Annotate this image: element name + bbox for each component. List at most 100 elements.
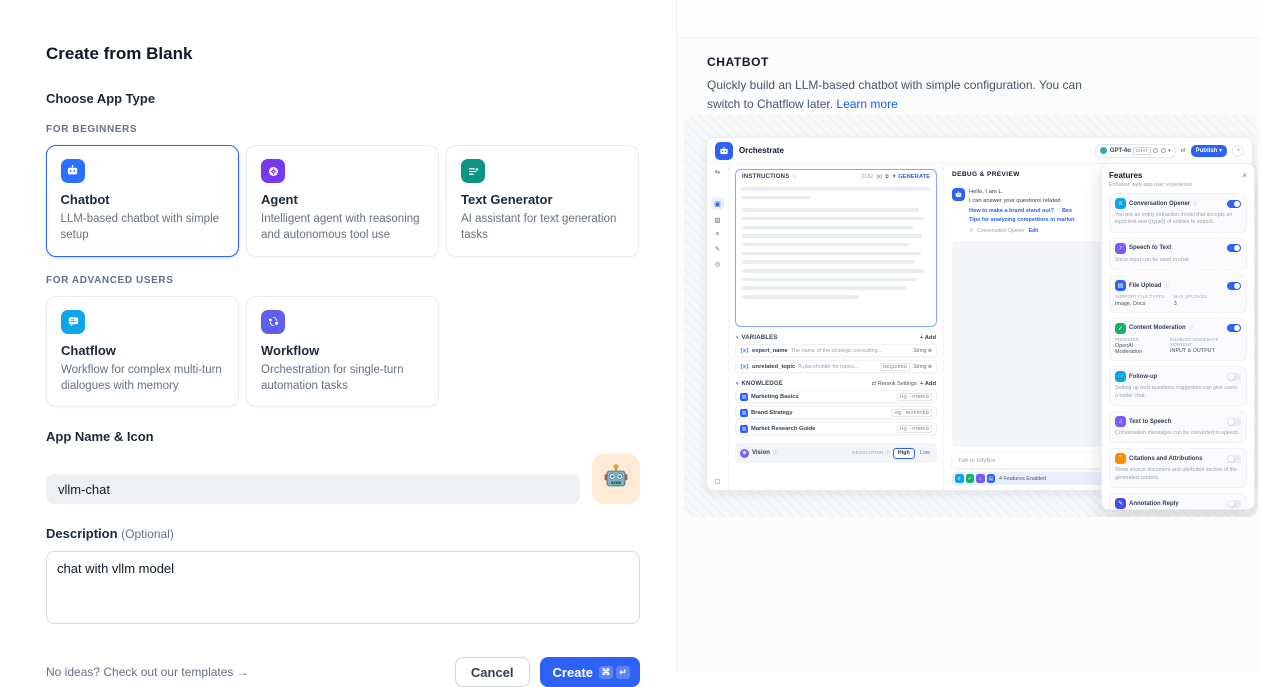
feature-name: Follow-up [1129, 374, 1157, 380]
mock-features-panel: Features × Enhance web-app user experien… [1101, 163, 1255, 510]
info-icon: ⓘ [1193, 201, 1198, 207]
model-provider-icon [1100, 147, 1107, 154]
learn-more-link[interactable]: Learn more [836, 97, 897, 111]
variables-label: VARIABLES [742, 335, 778, 341]
templates-link[interactable]: No ideas? Check out our templates → [46, 665, 249, 679]
content-moderation-icon: ✓ [1115, 323, 1126, 334]
feature-card-conversation-opener: ≡ Conversation Opener ⓘ You are an entit… [1109, 193, 1247, 233]
create-button-label: Create [553, 665, 593, 680]
card-title: Workflow [261, 343, 424, 358]
feature-name: Annotation Reply [1129, 501, 1179, 507]
model-extra-icon [1153, 148, 1158, 153]
feature-toggle [1227, 200, 1241, 208]
history-icon: ◔ [1232, 145, 1244, 157]
field-label: MAX UPLOADS [1174, 294, 1207, 299]
feature-toggle [1227, 324, 1241, 332]
resolution-low-option: Low [918, 449, 932, 458]
card-description: Intelligent agent with reasoning and aut… [261, 211, 424, 244]
panel-toggle-icon: ▢ [714, 477, 720, 485]
opener-caption: Conversation Opener [977, 228, 1025, 234]
suggestion-link: Bes [1062, 208, 1072, 214]
app-type-card-agent[interactable]: Agent Intelligent agent with reasoning a… [246, 145, 439, 257]
knowledge-label: KNOWLEDGE [742, 381, 783, 387]
model-mode-badge: CHAT [1133, 147, 1150, 155]
feature-toggle [1227, 418, 1241, 426]
card-description: Orchestration for single-turn automation… [261, 362, 424, 395]
features-panel-title: Features [1109, 171, 1142, 180]
cancel-button[interactable]: Cancel [455, 657, 530, 687]
app-type-card-workflow[interactable]: Workflow Orchestration for single-turn a… [246, 296, 439, 408]
feature-toggle [1227, 282, 1241, 290]
orchestrate-tab-icon: ▣ [711, 197, 724, 210]
placeholder-text-lines [742, 187, 930, 299]
speech-to-text-icon: ♪ [1115, 243, 1126, 254]
create-app-modal: Create from Blank Choose App Type FOR BE… [0, 0, 676, 672]
feature-name: Conversation Opener [1129, 201, 1190, 207]
description-label-text: Description [46, 526, 118, 541]
index-mode-badge: HQ · INVERTED [891, 409, 932, 417]
templates-link-text: No ideas? Check out our templates [46, 665, 233, 679]
variable-name: expert_name [752, 348, 788, 354]
description-label: Description (Optional) [46, 526, 640, 541]
app-icon-picker-button[interactable] [592, 454, 640, 504]
char-count: 2182 [861, 174, 873, 180]
field-value: 3 [1174, 301, 1207, 307]
app-name-row [46, 454, 640, 504]
generate-button: ✦ GENERATE [892, 174, 930, 180]
caret-down-icon: ▾ [736, 335, 739, 341]
card-description: AI assistant for text generation tasks [461, 211, 624, 244]
app-name-input[interactable] [46, 474, 580, 504]
feature-toggle [1227, 373, 1241, 381]
app-type-card-chatflow[interactable]: Chatflow Workflow for complex multi-turn… [46, 296, 239, 408]
preview-heading: CHATBOT [707, 55, 1261, 69]
feature-card-speech-to-text: ♪ Speech to Text Voice input can be used… [1109, 238, 1247, 270]
feature-card-citations: ” Citations and Attributions Show source… [1109, 448, 1247, 488]
card-description: LLM-based chatbot with simple setup [61, 211, 225, 244]
feature-name: Text to Speech [1129, 419, 1171, 425]
mock-sidebar: ⇆ ▣ ▧ ≡ ✎ ◎ ▢ [707, 164, 729, 490]
suggestion-link: How to make a brand stand out? [969, 208, 1054, 214]
info-icon: ⓘ [792, 174, 797, 180]
feature-description: Show source document and attributed sect… [1115, 467, 1241, 482]
app-type-card-text-generator[interactable]: Text Generator AI assistant for text gen… [446, 145, 639, 257]
feature-description: Voice input can be used in chat. [1115, 257, 1241, 264]
knowledge-row: ▤ Brand Strategy HQ · INVERTED [735, 406, 937, 419]
description-textarea[interactable]: chat with vllm model [46, 551, 640, 624]
card-title: Text Generator [461, 192, 624, 207]
card-title: Agent [261, 192, 424, 207]
feature-description: Conversation messages can be converted t… [1115, 430, 1241, 437]
feature-toggle [1227, 500, 1241, 508]
features-panel-subtitle: Enhance web-app user experience [1109, 182, 1247, 188]
required-badge: REQUIRED [880, 363, 910, 371]
resolution-high-option: High [893, 448, 915, 459]
add-variable-button: + Add [920, 335, 936, 341]
moderation-chip-icon: ✓ [966, 474, 975, 483]
bot-avatar [952, 188, 965, 201]
preview-top-strip [677, 0, 1261, 38]
feature-card-annotation-reply: ✎ Annotation Reply [1109, 493, 1247, 510]
preview-pane: CHATBOT Quickly build an LLM-based chatb… [676, 0, 1261, 672]
mock-header-actions: GPT-4o CHAT ▾ ⇄ Publish ▾ ◔ [1095, 144, 1244, 158]
advanced-cards-row: Chatflow Workflow for complex multi-turn… [46, 296, 640, 408]
dataset-name: Marketing Basics [751, 394, 799, 400]
info-icon: ⓘ [773, 450, 778, 456]
variable-icon: {x} [740, 348, 749, 354]
app-type-card-chatbot[interactable]: Chatbot LLM-based chatbot with simple se… [46, 145, 239, 257]
feature-description: Setting up next questions suggestion can… [1115, 385, 1241, 400]
tune-icon: ⇄ [1181, 147, 1186, 154]
beginner-cards-row: Chatbot LLM-based chatbot with simple se… [46, 145, 640, 257]
feature-name: Citations and Attributions [1129, 456, 1202, 462]
variable-description: The name of the strategic consulting... [791, 348, 911, 354]
feature-card-text-to-speech: ♫ Text to Speech Conversation messages c… [1109, 411, 1247, 443]
chatflow-icon [61, 310, 85, 334]
copy-icon: ⧉ [885, 174, 889, 180]
mock-instructions-panel: INSTRUCTIONS ⓘ 2182 {x} ⧉ ✦ GENERATE [735, 169, 937, 327]
dataset-name: Brand Strategy [751, 410, 793, 416]
create-button[interactable]: Create ⌘ ↵ [540, 657, 640, 687]
feature-card-file-upload: ▤ File Upload ⓘ SUPPORT FILE TYPES Image… [1109, 275, 1247, 313]
choose-app-type-label: Choose App Type [46, 91, 640, 106]
file-upload-icon: ▤ [1115, 280, 1126, 291]
info-icon: ⓘ [1189, 325, 1194, 331]
field-value: INPUT & OUTPUT [1170, 348, 1241, 354]
mock-config-column: INSTRUCTIONS ⓘ 2182 {x} ⧉ ✦ GENERATE [729, 164, 943, 490]
